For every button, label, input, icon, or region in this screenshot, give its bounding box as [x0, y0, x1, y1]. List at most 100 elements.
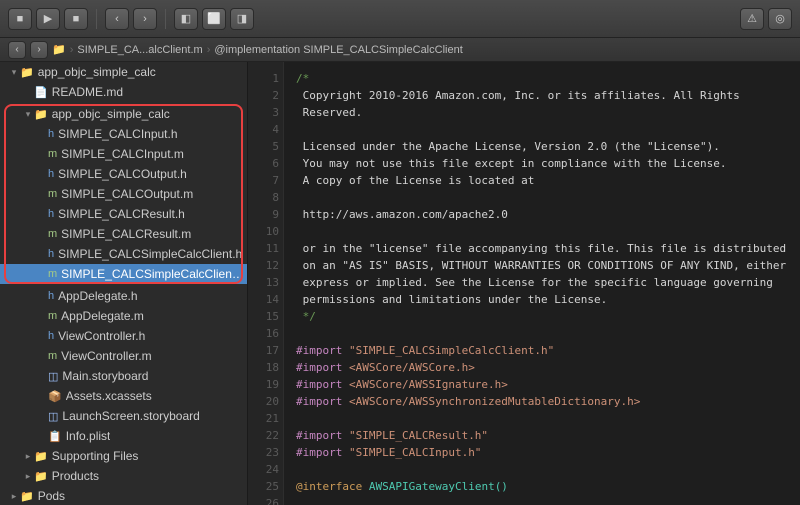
sidebar-label-viewcontroller-h: ViewController.h	[58, 329, 145, 343]
sidebar-item-calc-output-h[interactable]: hSIMPLE_CALCOutput.h	[0, 164, 247, 184]
sidebar-label-products: Products	[52, 469, 99, 483]
sidebar-item-supporting[interactable]: ▸📁Supporting Files	[0, 446, 247, 466]
sidebar-item-calc-input-h[interactable]: hSIMPLE_CALCInput.h	[0, 124, 247, 144]
sidebar-item-calc-result-h[interactable]: hSIMPLE_CALCResult.h	[0, 204, 247, 224]
sidebar-label-calc-result-h: SIMPLE_CALCResult.h	[58, 207, 185, 221]
line-num: 17	[252, 342, 279, 359]
sidebar-label-appdelegate-h: AppDelegate.h	[58, 289, 137, 303]
line-num: 1	[252, 70, 279, 87]
sidebar-item-appdelegate-h[interactable]: hAppDelegate.h	[0, 286, 247, 306]
breadcrumb-folder-icon: 📁	[52, 43, 66, 56]
sidebar-item-root[interactable]: ▾📁app_objc_simple_calc	[0, 62, 247, 82]
line-num: 11	[252, 240, 279, 257]
sidebar-item-main-storyboard[interactable]: ◫Main.storyboard	[0, 366, 247, 386]
code-content[interactable]: /* Copyright 2010-2016 Amazon.com, Inc. …	[284, 62, 800, 505]
line-num: 14	[252, 291, 279, 308]
line-num: 12	[252, 257, 279, 274]
scheme-button[interactable]: ■	[8, 8, 32, 30]
sidebar-item-calc-input-m[interactable]: mSIMPLE_CALCInput.m	[0, 144, 247, 164]
sidebar-label-calc-input-h: SIMPLE_CALCInput.h	[58, 127, 177, 141]
breadcrumb-nav-back[interactable]: ‹	[8, 41, 26, 59]
code-container: 1234567891011121314151617181920212223242…	[248, 62, 800, 505]
run-button[interactable]: ▶	[36, 8, 60, 30]
line-num: 5	[252, 138, 279, 155]
sidebar-label-calc-input-m: SIMPLE_CALCInput.m	[61, 147, 184, 161]
sidebar-item-viewcontroller-m[interactable]: mViewController.m	[0, 346, 247, 366]
sidebar-label-assets: Assets.xcassets	[66, 389, 152, 403]
sidebar-item-readme[interactable]: 📄README.md	[0, 82, 247, 102]
line-num: 20	[252, 393, 279, 410]
line-num: 2	[252, 87, 279, 104]
sidebar-label-pods: Pods	[38, 489, 65, 503]
sidebar-label-viewcontroller-m: ViewController.m	[61, 349, 151, 363]
line-num: 10	[252, 223, 279, 240]
line-num: 21	[252, 410, 279, 427]
sidebar-label-calc-result-m: SIMPLE_CALCResult.m	[61, 227, 191, 241]
sidebar-item-products[interactable]: ▸📁Products	[0, 466, 247, 486]
line-num: 4	[252, 121, 279, 138]
line-num: 6	[252, 155, 279, 172]
breadcrumb-symbol[interactable]: @implementation SIMPLE_CALCSimpleCalcCli…	[214, 44, 462, 56]
sidebar-item-pods[interactable]: ▸📁Pods	[0, 486, 247, 505]
line-num: 3	[252, 104, 279, 121]
sidebar-label-calc-output-m: SIMPLE_CALCOutput.m	[61, 187, 193, 201]
line-num: 24	[252, 461, 279, 478]
view-toggle-2[interactable]: ⬜	[202, 8, 226, 30]
line-num: 16	[252, 325, 279, 342]
triangle-supporting[interactable]: ▸	[22, 450, 34, 462]
sidebar-label-readme: README.md	[52, 85, 123, 99]
issue-nav[interactable]: ⚠	[740, 8, 764, 30]
line-num: 23	[252, 444, 279, 461]
triangle-app-group[interactable]: ▾	[22, 108, 34, 120]
toolbar: ■ ▶ ■ ‹ › ◧ ⬜ ◨ ⚠ ◎	[0, 0, 800, 38]
toolbar-sep-2	[165, 9, 166, 29]
breakpoint-btn[interactable]: ◎	[768, 8, 792, 30]
code-editor[interactable]: 1234567891011121314151617181920212223242…	[248, 62, 800, 505]
breadcrumb-bar: ‹ › 📁 › SIMPLE_CA...alcClient.m › @imple…	[0, 38, 800, 62]
sidebar-label-launchscreen: LaunchScreen.storyboard	[62, 409, 199, 423]
line-num: 19	[252, 376, 279, 393]
breadcrumb-file[interactable]: SIMPLE_CA...alcClient.m	[77, 44, 202, 56]
nav-forward[interactable]: ›	[133, 8, 157, 30]
sidebar-label-app-group: app_objc_simple_calc	[52, 107, 170, 121]
line-num: 7	[252, 172, 279, 189]
sidebar-label-root: app_objc_simple_calc	[38, 65, 156, 79]
triangle-root[interactable]: ▾	[8, 66, 20, 78]
sidebar-item-app-group[interactable]: ▾📁app_objc_simple_calc	[0, 104, 247, 124]
line-num: 15	[252, 308, 279, 325]
nav-back[interactable]: ‹	[105, 8, 129, 30]
view-toggle-3[interactable]: ◨	[230, 8, 254, 30]
sidebar-label-calc-client-m: SIMPLE_CALCSimpleCalcClient.m	[61, 267, 247, 281]
toolbar-sep-1	[96, 9, 97, 29]
sidebar-item-appdelegate-m[interactable]: mAppDelegate.m	[0, 306, 247, 326]
line-num: 13	[252, 274, 279, 291]
sidebar-item-launchscreen[interactable]: ◫LaunchScreen.storyboard	[0, 406, 247, 426]
sidebar-item-viewcontroller-h[interactable]: hViewController.h	[0, 326, 247, 346]
file-navigator: ▾📁app_objc_simple_calc📄README.md▾📁app_ob…	[0, 62, 248, 505]
line-num: 8	[252, 189, 279, 206]
line-num: 9	[252, 206, 279, 223]
view-toggle-1[interactable]: ◧	[174, 8, 198, 30]
sidebar-item-info-plist[interactable]: 📋Info.plist	[0, 426, 247, 446]
sidebar-label-main-storyboard: Main.storyboard	[62, 369, 148, 383]
triangle-products[interactable]: ▸	[22, 470, 34, 482]
sidebar-label-calc-output-h: SIMPLE_CALCOutput.h	[58, 167, 187, 181]
sidebar-item-calc-result-m[interactable]: mSIMPLE_CALCResult.m	[0, 224, 247, 244]
stop-button[interactable]: ■	[64, 8, 88, 30]
breadcrumb-nav-forward[interactable]: ›	[30, 41, 48, 59]
line-num: 25	[252, 478, 279, 495]
sidebar-label-calc-client-h: SIMPLE_CALCSimpleCalcClient.h	[58, 247, 242, 261]
sidebar-item-calc-client-m[interactable]: mSIMPLE_CALCSimpleCalcClient.m	[0, 264, 247, 284]
triangle-pods[interactable]: ▸	[8, 490, 20, 502]
line-num: 22	[252, 427, 279, 444]
line-num: 18	[252, 359, 279, 376]
sidebar-label-appdelegate-m: AppDelegate.m	[61, 309, 144, 323]
sidebar-label-supporting: Supporting Files	[52, 449, 139, 463]
sidebar-label-info-plist: Info.plist	[66, 429, 111, 443]
sidebar-item-calc-output-m[interactable]: mSIMPLE_CALCOutput.m	[0, 184, 247, 204]
line-numbers: 1234567891011121314151617181920212223242…	[248, 62, 284, 505]
main-container: ▾📁app_objc_simple_calc📄README.md▾📁app_ob…	[0, 62, 800, 505]
line-num: 26	[252, 495, 279, 505]
sidebar-item-calc-client-h[interactable]: hSIMPLE_CALCSimpleCalcClient.h	[0, 244, 247, 264]
sidebar-item-assets[interactable]: 📦Assets.xcassets	[0, 386, 247, 406]
